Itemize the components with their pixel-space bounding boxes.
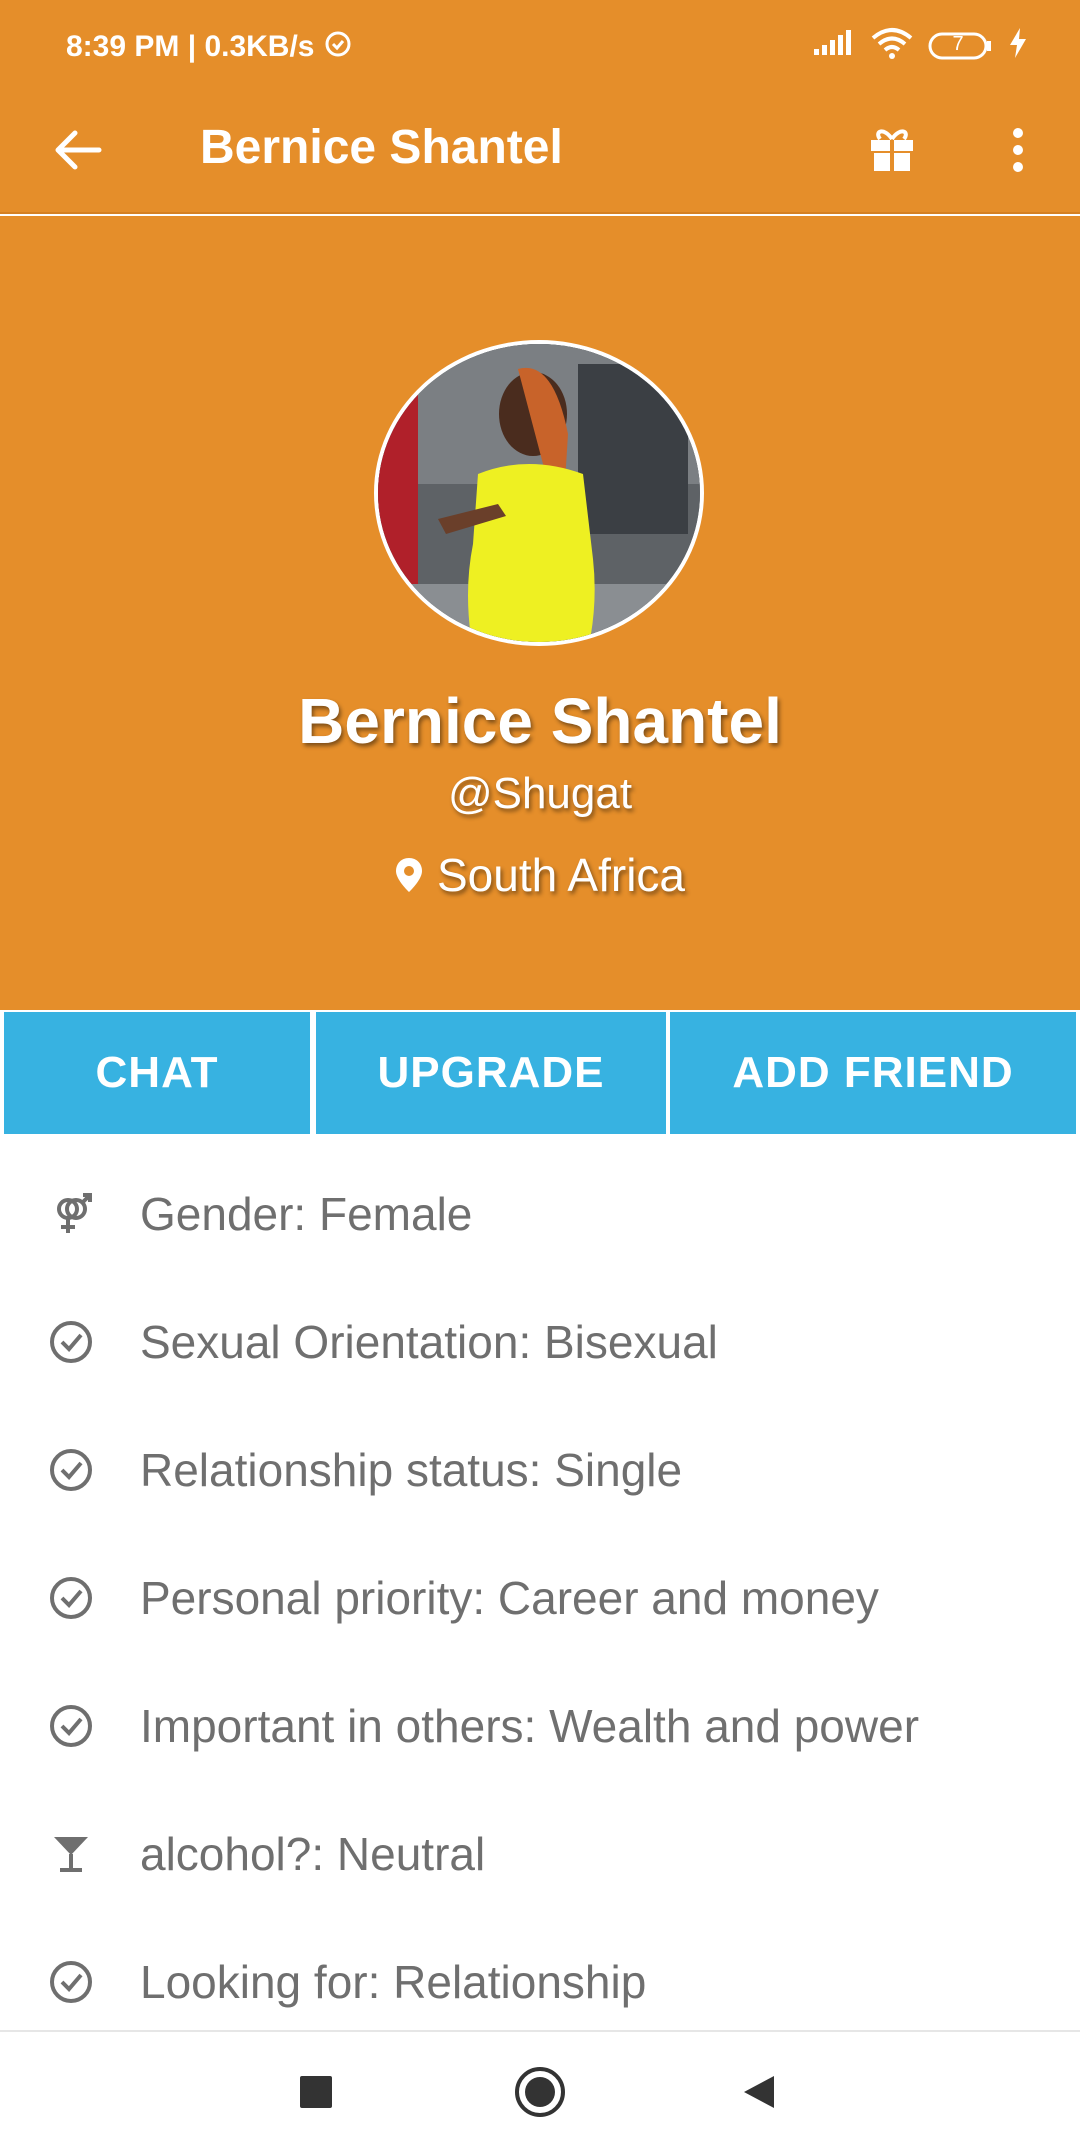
check-circle-icon [44, 1571, 98, 1625]
profile-location: South Africa [0, 848, 1080, 902]
check-circle-icon [44, 1955, 98, 2009]
profile-name: Bernice Shantel [298, 685, 782, 757]
profile-handle: @Shugat [447, 769, 633, 818]
app-bar-title: Bernice Shantel [200, 121, 563, 174]
system-nav-bar [0, 2030, 1080, 2150]
square-icon [300, 2076, 332, 2108]
more-vert-icon [1013, 128, 1023, 172]
detail-row-alcohol: alcohol?: Neutral [0, 1804, 1080, 1904]
alarm-icon [323, 28, 353, 66]
check-circle-icon [44, 1315, 98, 1369]
detail-text: Important in others: Wealth and power [140, 1700, 920, 1752]
action-buttons: CHAT UPGRADE ADD FRIEND [0, 1012, 1080, 1136]
detail-text: alcohol?: Neutral [140, 1828, 486, 1880]
home-circle-icon [515, 2067, 565, 2117]
detail-row-priority: Personal priority: Career and money [0, 1548, 1080, 1648]
status-left: 8:39 PM | 0.3KB/s [66, 28, 353, 66]
status-time-speed: 8:39 PM | 0.3KB/s [66, 30, 315, 63]
check-circle-icon [44, 1699, 98, 1753]
detail-text: Gender: Female [140, 1188, 473, 1240]
detail-text: Sexual Orientation: Bisexual [140, 1316, 718, 1368]
back-arrow-icon [55, 130, 102, 170]
battery-icon: 7 [928, 31, 994, 61]
detail-row-important: Important in others: Wealth and power [0, 1676, 1080, 1776]
check-circle-icon [44, 1443, 98, 1497]
back-button[interactable] [46, 118, 110, 182]
battery-level: 7 [952, 32, 964, 55]
app-bar: Bernice Shantel [0, 90, 1080, 214]
location-text: South Africa [436, 849, 686, 901]
recents-button[interactable] [284, 2060, 348, 2124]
detail-text: Looking for: Relationship [140, 1956, 647, 2008]
add-friend-button[interactable]: ADD FRIEND [670, 1012, 1076, 1134]
status-bar: 8:39 PM | 0.3KB/s 7 [0, 0, 1080, 90]
detail-text: Relationship status: Single [140, 1444, 683, 1496]
triangle-back-icon [744, 2076, 774, 2108]
location-pin-icon [395, 858, 422, 892]
detail-row-gender: Gender: Female [0, 1164, 1080, 1264]
more-options-button[interactable] [990, 116, 1046, 184]
gift-icon [871, 129, 913, 171]
upgrade-button[interactable]: UPGRADE [316, 1012, 666, 1134]
cocktail-icon [44, 1827, 98, 1881]
gender-icon [44, 1187, 98, 1241]
home-button[interactable] [508, 2060, 572, 2124]
status-right: 7 [812, 26, 1028, 65]
detail-row-relationship: Relationship status: Single [0, 1420, 1080, 1520]
charging-icon [1008, 27, 1028, 64]
profile-header: Bernice Shantel @Shugat South Africa [0, 216, 1080, 1010]
detail-row-looking-for: Looking for: Relationship [0, 1932, 1080, 2032]
detail-text: Personal priority: Career and money [140, 1572, 879, 1624]
signal-icon [812, 29, 856, 62]
chat-button[interactable]: CHAT [4, 1012, 310, 1134]
avatar-photo [378, 344, 700, 642]
gift-button[interactable] [858, 116, 926, 184]
back-nav-button[interactable] [728, 2060, 792, 2124]
detail-row-orientation: Sexual Orientation: Bisexual [0, 1292, 1080, 1392]
wifi-icon [870, 26, 914, 65]
avatar[interactable] [374, 340, 704, 646]
